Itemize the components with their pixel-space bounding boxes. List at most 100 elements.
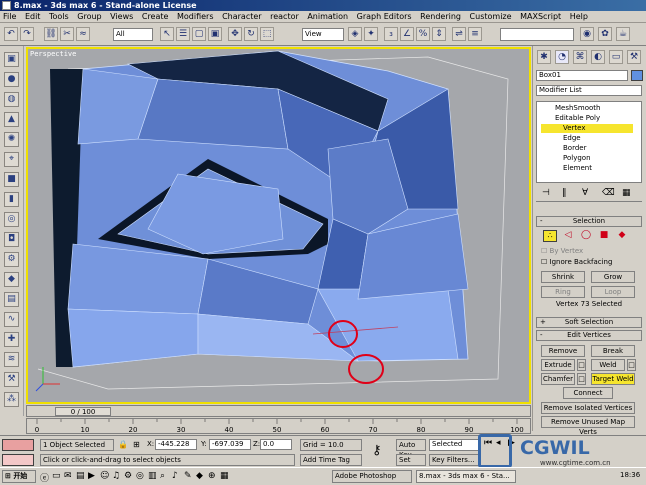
hierarchy-tab-icon[interactable]: ⌘ — [573, 50, 587, 64]
trackbar[interactable]: 0 10 20 30 40 50 60 70 80 90 100 — [26, 418, 531, 434]
set-key-button[interactable]: Set Key — [396, 454, 426, 474]
rotate-icon[interactable]: ↻ — [244, 27, 258, 41]
quicklaunch-3d-icon[interactable]: ◆ — [196, 471, 203, 481]
quicklaunch-globe-icon[interactable]: ⊕ — [208, 471, 216, 481]
quicklaunch-media-icon[interactable]: ♫ — [112, 471, 120, 481]
chamfer-box-icon[interactable]: ▤ — [4, 292, 19, 307]
edge-subobject-icon[interactable]: ◁ — [561, 230, 575, 242]
pivot-center-icon[interactable]: ◈ — [348, 27, 362, 41]
menu-animation[interactable]: Animation — [307, 12, 348, 21]
align-icon[interactable]: ≡ — [468, 27, 482, 41]
render-scene-icon[interactable]: ✿ — [598, 27, 612, 41]
material-editor-icon[interactable]: ◉ — [580, 27, 594, 41]
quicklaunch-web-icon[interactable]: ◎ — [136, 471, 144, 481]
display-tab-icon[interactable]: ▭ — [609, 50, 623, 64]
chamfer-settings-button[interactable]: □ — [577, 373, 586, 385]
cone-icon[interactable]: ▲ — [4, 112, 19, 127]
target-weld-button[interactable]: Target Weld — [591, 373, 635, 385]
set-key-icon[interactable]: ⚷ — [372, 443, 382, 458]
stack-polygon[interactable]: Polygon — [541, 154, 633, 163]
menu-graph-editors[interactable]: Graph Editors — [357, 12, 412, 21]
menu-reactor[interactable]: reactor — [270, 12, 299, 21]
quicklaunch-archive-icon[interactable]: ▥ — [148, 471, 157, 481]
select-by-name-icon[interactable]: ☰ — [176, 27, 190, 41]
select-manipulate-icon[interactable]: ✦ — [364, 27, 378, 41]
utilities-tab-icon[interactable]: ⚒ — [627, 50, 641, 64]
selection-rollout-header[interactable]: - Selection — [536, 216, 642, 227]
box-icon[interactable]: ■ — [4, 172, 19, 187]
loop-button[interactable]: Loop — [591, 286, 635, 298]
menu-views[interactable]: Views — [110, 12, 133, 21]
select-link-icon[interactable]: ⛓ — [44, 27, 58, 41]
rect-region-icon[interactable]: ▢ — [192, 27, 206, 41]
shrink-button[interactable]: Shrink — [541, 271, 585, 283]
helper-icon[interactable]: ✚ — [4, 332, 19, 347]
polygon-subobject-icon[interactable]: ■ — [597, 230, 611, 242]
move-icon[interactable]: ✥ — [228, 27, 242, 41]
absolute-mode-icon[interactable]: ⊞ — [133, 440, 140, 449]
bind-space-warp-icon[interactable]: ≈ — [76, 27, 90, 41]
window-crossing-icon[interactable]: ▣ — [208, 27, 222, 41]
vertex-subobject-icon[interactable]: ∴ — [543, 230, 557, 242]
add-time-tag-button[interactable]: Add Time Tag — [300, 454, 362, 466]
menu-edit[interactable]: Edit — [25, 12, 41, 21]
ring-button[interactable]: Ring — [541, 286, 585, 298]
quicklaunch-player-icon[interactable]: ▶ — [88, 471, 95, 481]
element-subobject-icon[interactable]: ◆ — [615, 230, 629, 242]
menu-file[interactable]: File — [3, 12, 16, 21]
border-subobject-icon[interactable]: ◯ — [579, 230, 593, 242]
angle-snap-icon[interactable]: ∠ — [400, 27, 414, 41]
sphere-icon[interactable]: ◍ — [4, 92, 19, 107]
z-coordinate-field[interactable]: 0.0 — [260, 439, 292, 450]
create-panel-icon[interactable]: ▣ — [4, 52, 19, 67]
unlink-icon[interactable]: ✂ — [60, 27, 74, 41]
motion-tab-icon[interactable]: ◐ — [591, 50, 605, 64]
select-object-icon[interactable]: ↖ — [160, 27, 174, 41]
reference-coord-dropdown[interactable]: View — [302, 28, 344, 41]
time-slider-knob[interactable]: 0 / 100 — [55, 407, 111, 416]
menu-maxscript[interactable]: MAXScript — [520, 12, 561, 21]
geometry-icon[interactable]: ● — [4, 72, 19, 87]
quicklaunch-folder-icon[interactable]: ▤ — [76, 471, 85, 481]
space-warp-icon[interactable]: ≋ — [4, 352, 19, 367]
weld-button[interactable]: Weld — [591, 359, 625, 371]
break-button[interactable]: Break — [591, 345, 635, 357]
gear-icon[interactable]: ⚙ — [4, 252, 19, 267]
quicklaunch-ie-icon[interactable]: ⓔ — [40, 471, 49, 484]
configure-sets-icon[interactable]: ▦ — [622, 188, 631, 198]
stack-element[interactable]: Element — [541, 164, 633, 173]
menu-group[interactable]: Group — [77, 12, 101, 21]
redo-icon[interactable]: ↷ — [20, 27, 34, 41]
grow-button[interactable]: Grow — [591, 271, 635, 283]
hedra-icon[interactable]: ◆ — [4, 272, 19, 287]
edit-vertices-rollout-header[interactable]: - Edit Vertices — [536, 330, 642, 341]
menu-create[interactable]: Create — [142, 12, 169, 21]
start-button[interactable]: ⊞ 开始 — [2, 470, 36, 483]
extrude-settings-button[interactable]: □ — [577, 359, 586, 371]
lock-selection-icon[interactable]: 🔒 — [118, 440, 128, 449]
auto-key-button[interactable]: Auto Key — [396, 439, 426, 459]
time-slider[interactable]: 0 / 100 — [26, 405, 531, 417]
task-photoshop[interactable]: Adobe Photoshop — [332, 470, 412, 483]
light-icon[interactable]: ✺ — [4, 132, 19, 147]
connect-button[interactable]: Connect — [563, 387, 613, 399]
quicklaunch-mail-icon[interactable]: ✉ — [64, 471, 72, 481]
menu-modifiers[interactable]: Modifiers — [177, 12, 214, 21]
selected-dropdown[interactable]: Selected — [429, 439, 479, 451]
menu-tools[interactable]: Tools — [49, 12, 69, 21]
remove-modifier-icon[interactable]: ⌫ — [602, 188, 615, 198]
undo-icon[interactable]: ↶ — [4, 27, 18, 41]
remove-isolated-vertices-button[interactable]: Remove Isolated Vertices — [541, 402, 635, 414]
modifier-list-dropdown[interactable]: Modifier List — [536, 85, 642, 96]
maxscript-listener-mini[interactable] — [2, 439, 34, 451]
menu-customize[interactable]: Customize — [470, 12, 512, 21]
chamfer-button[interactable]: Chamfer — [541, 373, 575, 385]
quick-render-icon[interactable]: ☕ — [616, 27, 630, 41]
selection-filter-dropdown[interactable]: All — [113, 28, 153, 41]
mirror-icon[interactable]: ⇌ — [452, 27, 466, 41]
quicklaunch-chat-icon[interactable]: ☺ — [100, 471, 109, 481]
pin-stack-icon[interactable]: ⊣ — [542, 188, 550, 198]
soft-selection-rollout-header[interactable]: + Soft Selection — [536, 317, 642, 328]
quicklaunch-tool-icon[interactable]: ⚙ — [124, 471, 132, 481]
remove-unused-map-verts-button[interactable]: Remove Unused Map Verts — [541, 416, 635, 436]
